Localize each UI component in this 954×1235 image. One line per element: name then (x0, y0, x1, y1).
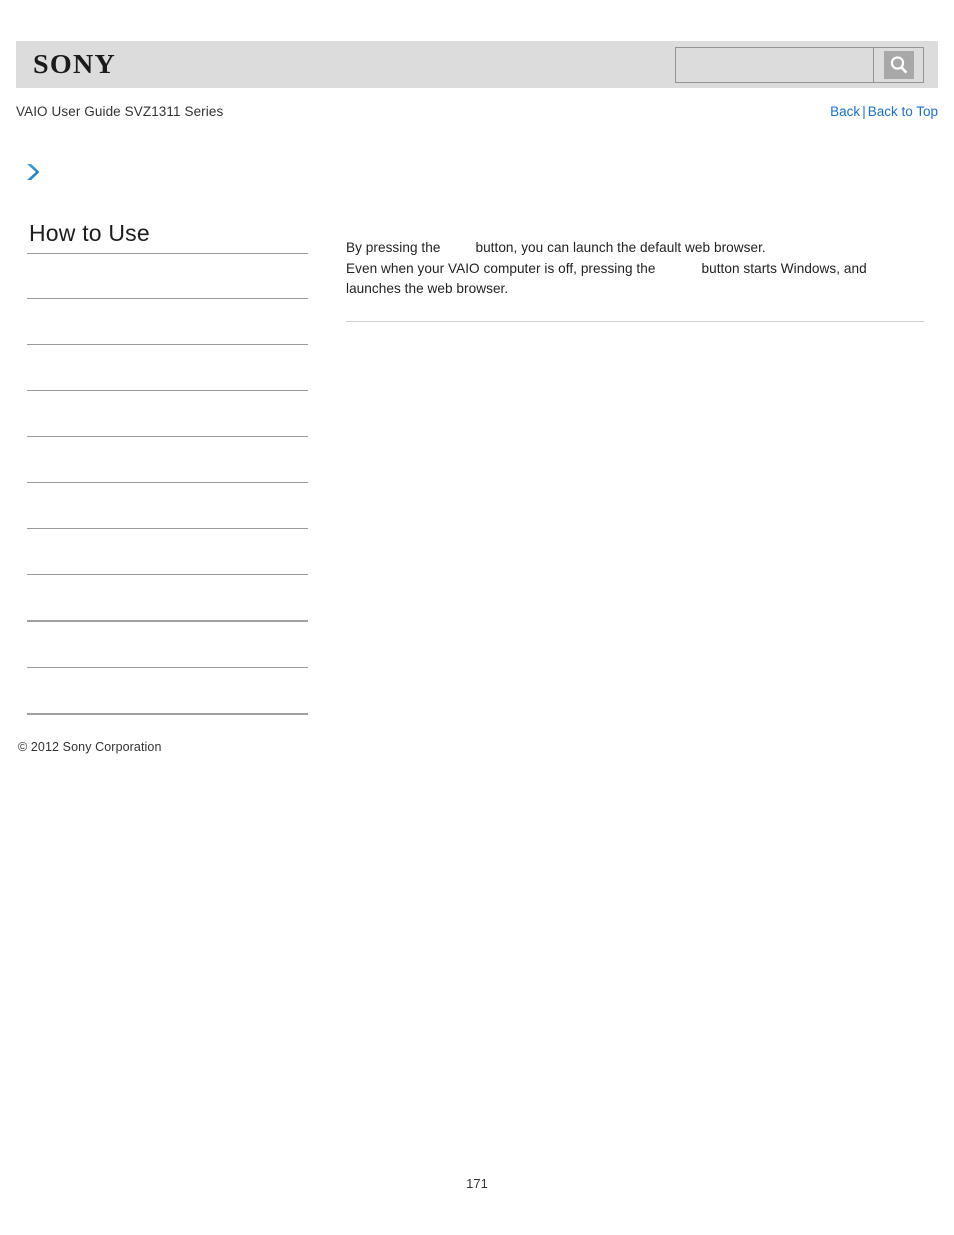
main-content: By pressing the button, you can launch th… (346, 238, 924, 330)
paragraph-1-text-after: button, you can launch the default web b… (475, 240, 766, 255)
sidebar-item-7[interactable] (27, 529, 308, 574)
header-nav-links: Back | Back to Top (830, 104, 938, 119)
site-header: SONY (16, 41, 938, 88)
sidebar-item-1[interactable] (27, 254, 308, 298)
paragraph-1-text-before: By pressing the (346, 240, 441, 255)
sidebar-item-10[interactable] (27, 668, 308, 713)
search-box[interactable] (675, 46, 924, 83)
breadcrumb: VAIO User Guide SVZ1311 Series Back | Back… (16, 101, 938, 121)
copyright-text: © 2012 Sony Corporation (18, 740, 162, 754)
search-input[interactable] (676, 47, 873, 82)
content-divider (346, 320, 924, 322)
guide-title: VAIO User Guide SVZ1311 Series (16, 103, 224, 119)
sony-logo: SONY (33, 49, 117, 79)
sidebar: How to Use (27, 220, 308, 716)
paragraph-2-text-middle: button starts Windows, and (701, 260, 867, 276)
paragraph-2-text-before: Even when your VAIO computer is off, pre… (346, 260, 656, 276)
back-link[interactable]: Back (830, 104, 860, 119)
sidebar-item-4[interactable] (27, 391, 308, 436)
content-paragraph-2: Even when your VAIO computer is off, pre… (346, 259, 924, 300)
search-button[interactable] (873, 47, 923, 82)
nav-separator: | (862, 103, 866, 119)
sidebar-item-9[interactable] (27, 622, 308, 667)
sidebar-title: How to Use (29, 220, 150, 246)
sidebar-item-6[interactable] (27, 483, 308, 528)
paragraph-2-text-after: launches the web browser. (346, 281, 509, 297)
content-paragraph-1: By pressing the button, you can launch th… (346, 238, 924, 259)
sidebar-item-8[interactable] (27, 575, 308, 620)
sidebar-item-3[interactable] (27, 345, 308, 390)
chevron-right-icon[interactable] (25, 163, 41, 181)
sidebar-item-2[interactable] (27, 299, 308, 344)
page-number: 171 (466, 1176, 488, 1191)
sidebar-rule-10 (27, 713, 308, 716)
document-page: SONY VAIO User Guide SVZ1311 Series Back… (0, 0, 954, 1235)
sidebar-item-5[interactable] (27, 437, 308, 482)
back-to-top-link[interactable]: Back to Top (868, 104, 938, 119)
search-icon (883, 50, 914, 79)
